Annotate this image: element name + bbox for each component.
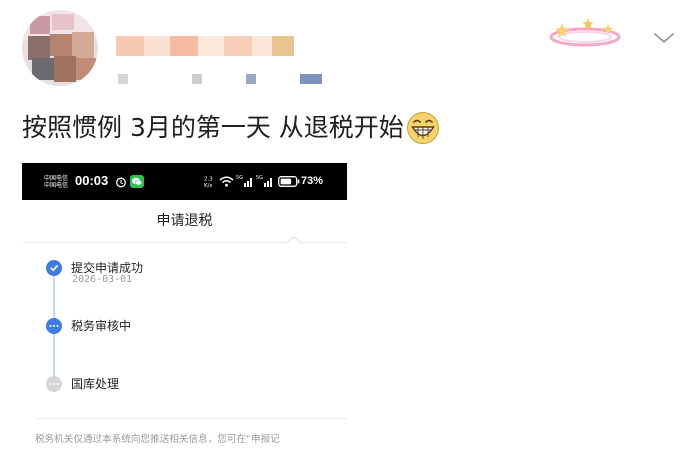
svg-text:K/s: K/s [204, 183, 212, 189]
chevron-down-icon[interactable] [652, 28, 676, 48]
tax-refund-screenshot[interactable]: 中国电信 中国电信 00:03 2.3 K/s 5G 5G 73% 申请退税 提… [22, 163, 347, 473]
pending-icon [46, 376, 62, 392]
decoration-icon [549, 18, 621, 47]
divider [36, 418, 347, 419]
battery-percent: 73% [301, 175, 324, 187]
signal-5g-icon: 5G [256, 175, 272, 187]
check-icon [46, 260, 62, 276]
network-speed-icon: 2.3 K/s [204, 177, 213, 190]
signal-5g-icon: 5G [236, 175, 252, 187]
step-title: 国库处理 [71, 377, 120, 391]
step-date: 2026-03-01 [72, 274, 133, 285]
wechat-icon [130, 175, 144, 188]
post-text: 按照惯例 3月的第一天 从退税开始 [22, 108, 440, 148]
page-title: 申请退税 [156, 213, 213, 229]
carrier-1: 中国电信 [44, 175, 69, 182]
author-name-blurred[interactable] [116, 36, 294, 58]
wifi-icon [219, 176, 234, 187]
footnote-text: 税务机关仅通过本系统向您推送相关信息，您可在“申报记 [35, 434, 280, 445]
grin-emoji-icon [406, 112, 439, 144]
svg-text:2.3: 2.3 [204, 177, 213, 183]
post-meta-blurred [118, 74, 348, 86]
post-text-content: 按照惯例 3月的第一天 从退税开始 [22, 113, 404, 142]
carrier-label: 中国电信 中国电信 [44, 175, 68, 189]
clock: 00:03 [75, 173, 109, 188]
carrier-2: 中国电信 [44, 182, 69, 189]
in-progress-icon [46, 318, 62, 334]
status-bar: 中国电信 中国电信 00:03 2.3 K/s 5G 5G 73% [22, 163, 347, 200]
avatar[interactable] [22, 10, 98, 86]
step-title: 税务审核中 [71, 319, 132, 333]
popover-notch [286, 237, 302, 244]
svg-text:5G: 5G [236, 175, 243, 181]
svg-text:5G: 5G [256, 175, 263, 181]
alarm-icon [116, 177, 126, 188]
battery-icon [278, 176, 300, 187]
